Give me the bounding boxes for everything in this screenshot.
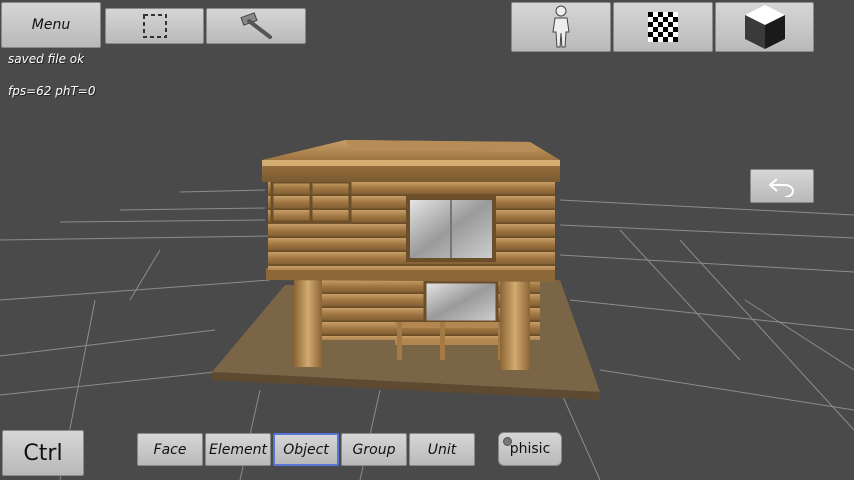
tab-object-label: Object [283, 441, 329, 458]
undo-arrow-icon [768, 178, 794, 197]
tab-object[interactable]: Object [273, 433, 339, 466]
tab-unit-label: Unit [427, 441, 457, 458]
human-figure-icon [552, 5, 570, 48]
3d-viewport[interactable] [0, 0, 854, 480]
tab-group-label: Group [352, 441, 396, 458]
menu-label: Menu [31, 17, 71, 33]
hammer-icon [240, 12, 272, 39]
fps-stats: fps=62 phT=0 [8, 84, 96, 98]
wooden-house-model[interactable] [212, 140, 600, 400]
physic-toggle[interactable]: phisic [498, 432, 562, 466]
tab-face-label: Face [153, 441, 187, 458]
character-view-button[interactable] [511, 2, 611, 52]
status-message: saved file ok [8, 52, 85, 66]
texture-button[interactable] [613, 2, 713, 52]
ctrl-label: Ctrl [23, 440, 63, 466]
tab-element-label: Element [209, 441, 267, 458]
ctrl-button[interactable]: Ctrl [2, 430, 84, 476]
cube-icon [744, 5, 785, 49]
build-tool-button[interactable] [206, 8, 306, 44]
tab-unit[interactable]: Unit [409, 433, 475, 466]
tab-face[interactable]: Face [137, 433, 203, 466]
tab-element[interactable]: Element [205, 433, 271, 466]
selection-rect-icon [142, 14, 167, 38]
tab-group[interactable]: Group [341, 433, 407, 466]
menu-button[interactable]: Menu [1, 2, 101, 48]
select-tool-button[interactable] [105, 8, 204, 44]
physic-label: phisic [509, 441, 551, 457]
checkerboard-icon [648, 12, 678, 42]
undo-button[interactable] [750, 169, 814, 203]
toggle-indicator-icon [503, 437, 512, 446]
object-cube-button[interactable] [715, 2, 814, 52]
